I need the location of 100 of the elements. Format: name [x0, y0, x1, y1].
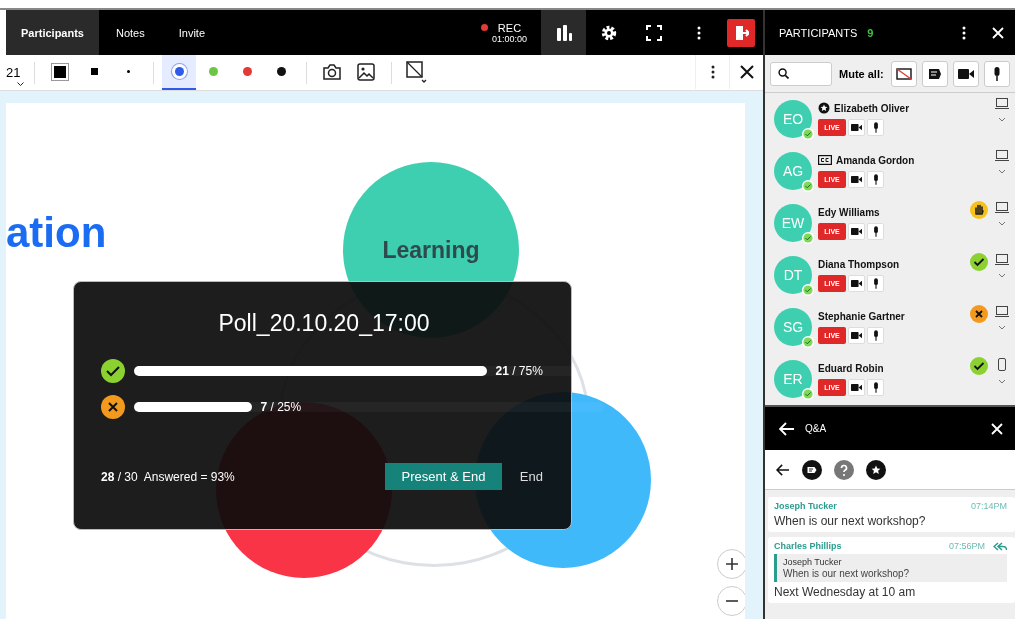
microphone-icon [872, 225, 879, 237]
video-button[interactable] [848, 170, 865, 188]
message-text: Next Wednesday at 10 am [774, 585, 917, 599]
check-icon [101, 359, 125, 383]
answered-summary: 28 / 30 Answered = 93% [101, 469, 236, 484]
microphone-button[interactable] [867, 170, 884, 188]
question-filter-icon[interactable] [834, 459, 854, 480]
chevron-down-icon[interactable] [998, 221, 1006, 226]
leave-button[interactable] [727, 18, 755, 47]
plus-icon [726, 558, 738, 570]
video-button[interactable] [848, 378, 865, 396]
rec-label: REC [497, 21, 522, 34]
end-button[interactable]: End [515, 465, 547, 488]
rec-timer: 01:00:00 [491, 33, 527, 44]
microphone-icon [992, 66, 1001, 81]
camera-icon [851, 175, 862, 183]
close-icon [739, 64, 754, 79]
result-text: 21 / 75% [495, 364, 543, 378]
participant-name: Elizabeth Oliver [834, 102, 910, 114]
avatar: AG [774, 152, 812, 190]
panel-title: Q&A [805, 423, 827, 434]
message-time: 07:14PM [970, 501, 1007, 511]
avatar: SG [774, 308, 812, 346]
camera-icon [851, 124, 862, 131]
message-author: Charles Phillips [774, 541, 842, 551]
search-icon [778, 68, 789, 79]
camera-icon [322, 63, 343, 80]
camera-icon [851, 331, 862, 339]
microphone-button[interactable] [867, 119, 884, 136]
mute-audio-button[interactable] [983, 60, 1010, 87]
verified-icon [802, 284, 814, 296]
size-dropdown[interactable]: 21 [0, 57, 27, 88]
poll-button[interactable] [541, 10, 586, 55]
caret-icon [17, 81, 25, 86]
microphone-icon [872, 381, 879, 393]
mute-all-label: Mute all: [839, 67, 884, 80]
verified-icon [802, 232, 814, 244]
camera-icon [851, 227, 862, 235]
back-arrow-icon[interactable] [776, 463, 790, 476]
chat-filter-icon[interactable] [802, 459, 822, 480]
color-swatch[interactable] [162, 55, 197, 90]
chevron-down-icon[interactable] [998, 273, 1006, 278]
microphone-button[interactable] [867, 274, 884, 292]
reply-all-icon[interactable] [993, 541, 1007, 551]
participant-name: Diana Thompson [818, 258, 900, 270]
microphone-button[interactable] [867, 222, 884, 240]
participant-name: Amanda Gordon [836, 154, 915, 166]
participant-count: 9 [867, 26, 874, 39]
chevron-down-icon[interactable] [998, 117, 1006, 122]
quote-text: When is our next workshop? [783, 568, 911, 579]
microphone-button[interactable] [867, 378, 884, 396]
result-text: 7 / 25% [260, 400, 302, 414]
participant-name: Edy Williams [818, 206, 880, 218]
camera-icon [851, 383, 862, 391]
video-button[interactable] [848, 274, 865, 292]
circle-label: Learning [382, 236, 480, 264]
cross-icon [101, 395, 125, 419]
message-text: When is our next workshop? [774, 514, 927, 528]
video-button[interactable] [848, 119, 865, 136]
camera-icon [851, 279, 862, 287]
record-dot-icon [480, 24, 488, 31]
exit-door-icon [733, 24, 749, 41]
video-button[interactable] [848, 326, 865, 344]
more-icon [962, 25, 966, 40]
present-end-button[interactable]: Present & End [385, 463, 502, 490]
panel-title: PARTICIPANTS [779, 26, 858, 39]
mute-screen-button[interactable] [890, 60, 917, 87]
shape-icon [406, 60, 429, 83]
zoom-out-button[interactable] [717, 586, 745, 616]
message-author: Joseph Tucker [774, 501, 837, 511]
message-time: 07:56PM [948, 541, 985, 551]
microphone-icon [872, 277, 879, 289]
settings-icon [599, 23, 618, 42]
star-filter-icon[interactable] [866, 459, 886, 480]
verified-icon [802, 336, 814, 348]
more-icon [710, 64, 715, 79]
more-icon [696, 25, 701, 40]
microphone-icon [872, 329, 879, 341]
note-icon [927, 67, 942, 80]
chevron-down-icon[interactable] [998, 169, 1006, 174]
chevron-down-icon[interactable] [998, 325, 1006, 330]
close-icon[interactable] [991, 422, 1003, 435]
microphone-button[interactable] [867, 326, 884, 344]
microphone-icon [872, 122, 879, 133]
video-button[interactable] [848, 222, 865, 240]
chevron-down-icon[interactable] [998, 379, 1006, 384]
minus-icon [726, 600, 738, 602]
mute-video-button[interactable] [952, 60, 979, 87]
verified-icon [802, 180, 814, 192]
zoom-in-button[interactable] [717, 549, 745, 579]
search-field[interactable] [770, 61, 832, 86]
mute-notes-button[interactable] [921, 60, 948, 87]
poll-title: Poll_20.10.20_17:00 [217, 310, 431, 337]
verified-icon [802, 128, 814, 140]
fullscreen-icon [644, 23, 663, 42]
heading-text: ation [6, 209, 107, 257]
tab[interactable]: Participants [6, 10, 99, 55]
microphone-icon [872, 173, 879, 185]
avatar: DT [774, 256, 812, 294]
avatar: EW [774, 204, 812, 242]
